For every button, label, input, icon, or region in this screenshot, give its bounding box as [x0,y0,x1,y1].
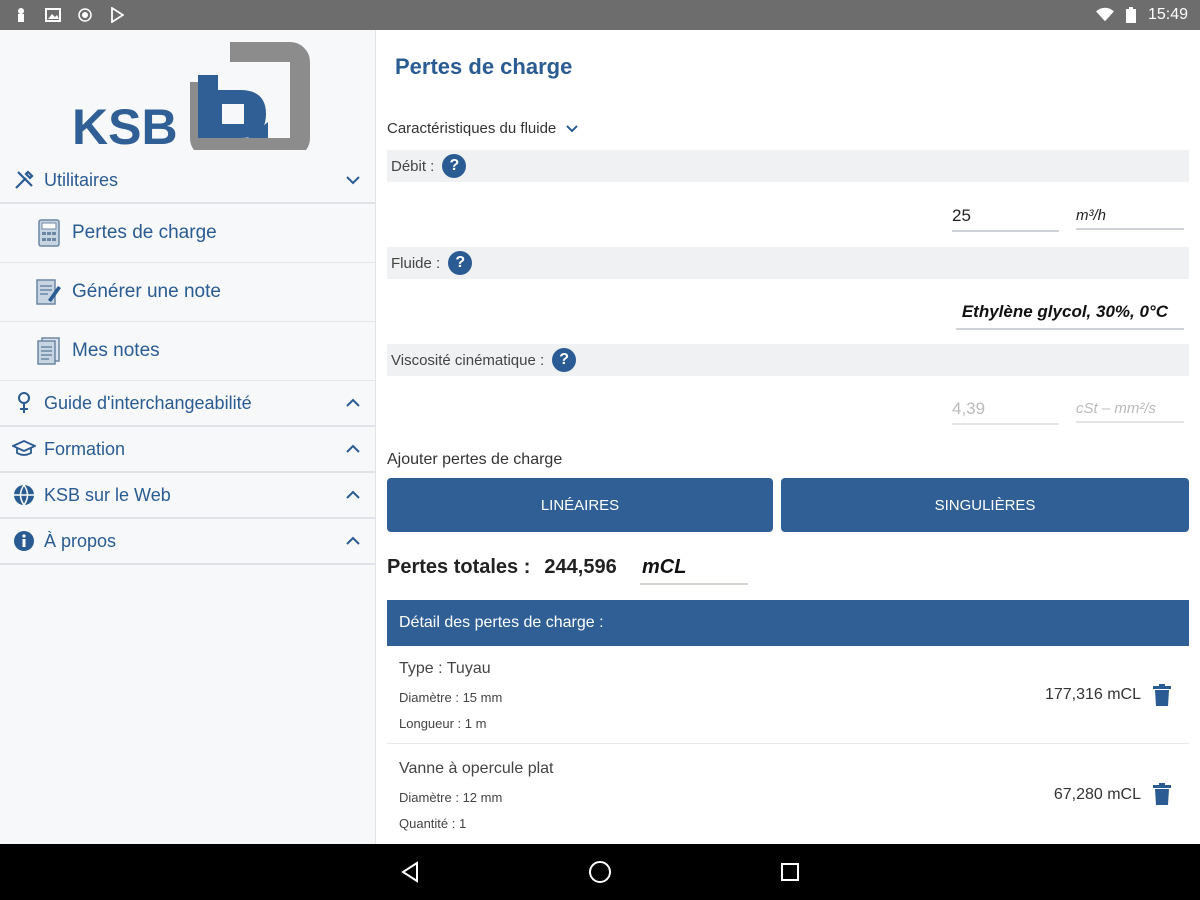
chevron-up-icon[interactable] [344,486,362,504]
detail-header: Détail des pertes de charge : [387,600,1189,646]
singulieres-button[interactable]: SINGULIÈRES [781,478,1189,532]
chevron-down-icon[interactable] [344,171,362,189]
debit-unit-select[interactable]: m³/h [1076,207,1184,230]
notes-icon [36,336,62,366]
fluide-label: Fluide : [391,254,441,272]
sidebar-item-label: Guide d'interchangeabilité [44,392,252,413]
detail-type: Vanne à opercule plat [399,760,554,777]
logo-text: KSB [72,99,178,150]
lineaires-button[interactable]: LINÉAIRES [387,478,773,532]
trash-icon[interactable] [1153,783,1173,807]
web-icon [12,483,36,507]
debit-row: Débit : ? [387,150,1189,182]
record-icon [76,6,94,24]
sidebar-item-ksb-web[interactable]: KSB sur le Web [0,473,376,519]
image-icon [44,6,62,24]
status-time: 15:49 [1147,6,1188,23]
info-icon [12,529,36,553]
viscosite-unit: cSt – mm²/s [1076,400,1184,423]
detail-type: Type : Tuyau [399,660,491,677]
note-edit-icon [36,277,62,307]
fluide-row: Fluide : ? [387,247,1189,279]
location-pin-icon [12,391,36,415]
sidebar-item-a-propos[interactable]: À propos [0,519,376,565]
chevron-down-icon [566,120,578,137]
debit-help-icon[interactable]: ? [442,154,467,178]
chevron-up-icon[interactable] [344,440,362,458]
total-label: Pertes totales : [387,556,531,578]
sidebar-item-utilitaires[interactable]: Utilitaires [0,158,376,204]
trash-icon[interactable] [1153,684,1173,708]
fluid-section-label: Caractéristiques du fluide [387,120,557,137]
detail-meta: Diamètre : 15 mm [399,690,503,705]
detail-meta: Diamètre : 12 mm [399,790,503,805]
sidebar-item-label: KSB sur le Web [44,484,171,505]
sidebar-item-mes-notes[interactable]: Mes notes [0,322,376,381]
tools-icon [12,168,36,192]
detail-item: Type : Tuyau Diamètre : 15 mm Longueur :… [387,646,1189,744]
page-title: Pertes de charge [395,54,573,79]
debit-label: Débit : [391,157,435,175]
graduation-cap-icon [12,437,36,461]
sidebar-item-pertes-de-charge[interactable]: Pertes de charge [0,204,376,263]
sidebar-item-label: Mes notes [72,340,160,361]
recents-icon[interactable] [776,858,804,886]
sidebar-item-label: Pertes de charge [72,222,217,243]
ksb-logo: KSB [70,40,310,158]
main-content: Pertes de charge Caractéristiques du flu… [376,30,1200,844]
calculator-icon [36,218,62,248]
sidebar-item-label: À propos [44,530,117,551]
viscosite-label: Viscosité cinématique : [391,351,545,369]
home-icon[interactable] [586,858,614,886]
sidebar-item-guide[interactable]: Guide d'interchangeabilité [0,381,376,427]
fluid-section-toggle[interactable]: Caractéristiques du fluide [387,120,578,137]
detail-meta: Longueur : 1 m [399,716,487,731]
sidebar: KSB Utilitaires Pertes de charge Générer… [0,30,376,844]
sidebar-item-label: Utilitaires [44,169,119,190]
sidebar-nav: Utilitaires Pertes de charge Générer une… [0,158,376,565]
detail-meta: Quantité : 1 [399,816,467,831]
notification-icon [12,6,30,24]
sidebar-item-generer-note[interactable]: Générer une note [0,263,376,322]
sidebar-item-formation[interactable]: Formation [0,427,376,473]
detail-value: 177,316 mCL [1044,686,1141,703]
chevron-up-icon[interactable] [344,394,362,412]
status-bar: 15:49 [0,0,1200,30]
total-losses: Pertes totales : 244,596 [387,556,617,579]
sidebar-item-label: Générer une note [72,281,221,302]
add-losses-label: Ajouter pertes de charge [387,451,563,468]
viscosite-row: Viscosité cinématique : ? [387,344,1189,376]
debit-input[interactable]: 25 [952,206,1059,232]
total-unit-select[interactable]: mCL [640,556,748,585]
detail-item: Vanne à opercule plat Diamètre : 12 mm Q… [387,745,1189,844]
battery-icon [1122,6,1140,24]
fluide-select[interactable]: Ethylène glycol, 30%, 0°C [956,302,1184,330]
detail-value: 67,280 mCL [1053,786,1141,803]
back-icon[interactable] [396,858,424,886]
viscosite-input: 4,39 [952,399,1059,425]
total-value: 244,596 [544,556,617,578]
system-nav-bar [0,844,1200,900]
play-store-icon [108,6,126,24]
sidebar-item-label: Formation [44,438,126,459]
fluide-help-icon[interactable]: ? [448,251,473,275]
wifi-icon [1095,6,1114,24]
chevron-up-icon[interactable] [344,532,362,550]
detail-header-label: Détail des pertes de charge : [399,614,604,631]
viscosite-help-icon[interactable]: ? [552,348,577,372]
